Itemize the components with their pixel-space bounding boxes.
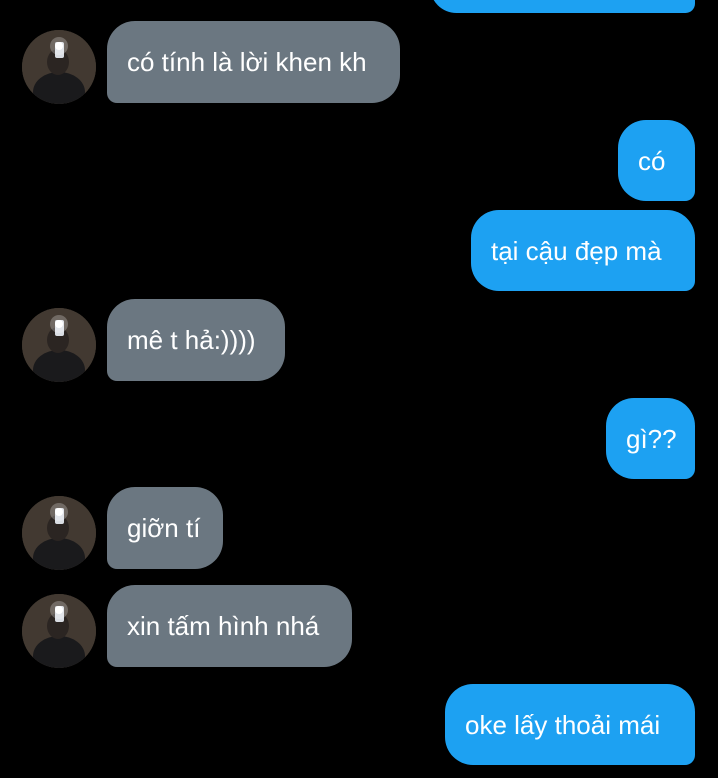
message-bubble-outgoing-partial[interactable] (430, 0, 695, 13)
message-text: có (638, 145, 666, 176)
message-text: oke lấy thoải mái (465, 709, 661, 740)
message-text: giỡn tí (127, 513, 201, 543)
avatar-icon (22, 496, 96, 570)
contact-avatar[interactable] (22, 30, 96, 104)
message-text: mê t hả:)))) (127, 325, 256, 355)
message-text: gì?? (626, 423, 677, 454)
avatar-icon (22, 308, 96, 382)
contact-avatar[interactable] (22, 308, 96, 382)
message-bubble-incoming[interactable]: mê t hả:)))) (107, 299, 285, 381)
message-text: có tính là lời khen kh (127, 47, 367, 77)
message-text: tại cậu đẹp mà (491, 235, 662, 266)
message-bubble-outgoing[interactable]: tại cậu đẹp mà (471, 210, 695, 291)
contact-avatar[interactable] (22, 594, 96, 668)
message-bubble-outgoing[interactable]: oke lấy thoải mái (445, 684, 695, 765)
message-bubble-incoming[interactable]: xin tấm hình nhá (107, 585, 352, 667)
avatar-icon (22, 30, 96, 104)
message-text: xin tấm hình nhá (127, 611, 320, 641)
message-bubble-incoming[interactable]: có tính là lời khen kh (107, 21, 400, 103)
message-bubble-outgoing[interactable]: gì?? (606, 398, 695, 479)
avatar-icon (22, 594, 96, 668)
message-bubble-outgoing[interactable]: có (618, 120, 695, 201)
message-bubble-incoming[interactable]: giỡn tí (107, 487, 223, 569)
contact-avatar[interactable] (22, 496, 96, 570)
